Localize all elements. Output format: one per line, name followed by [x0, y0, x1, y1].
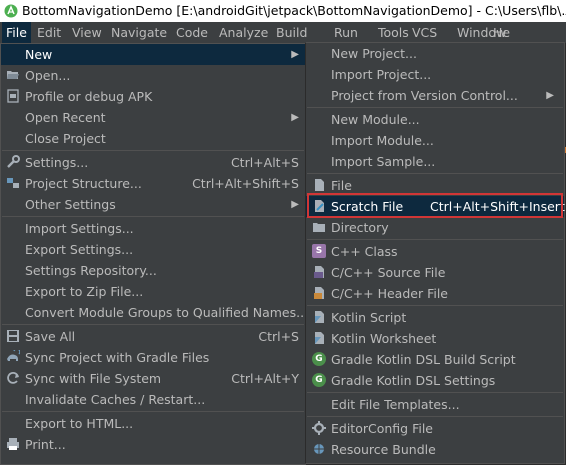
- file-menu: New ▶ Open... Profile or debug APK Open …: [0, 43, 308, 465]
- gradle-kotlin-icon: G: [312, 373, 326, 387]
- cpp-header-icon: [314, 287, 324, 299]
- file-menu-item-sync-gradle[interactable]: Sync Project with Gradle Files: [1, 347, 305, 368]
- new-menu-item-cpp-class[interactable]: S C++ Class: [306, 241, 564, 262]
- menu-analyze[interactable]: Analyze: [215, 22, 272, 43]
- menu-separator: [307, 173, 563, 174]
- file-menu-item-import-settings[interactable]: Import Settings...: [1, 218, 305, 239]
- menu-separator: [307, 416, 563, 417]
- menu-bar: File Edit View Navigate Code Analyze Bui…: [0, 22, 566, 43]
- submenu-arrow-icon: ▶: [291, 112, 299, 123]
- android-studio-icon: [4, 4, 18, 18]
- window-title: BottomNavigationDemo [E:\androidGit\jetp…: [22, 3, 566, 18]
- menu-file[interactable]: File: [2, 22, 31, 43]
- new-menu-item-gradle-kotlin-build[interactable]: G Gradle Kotlin DSL Build Script: [306, 349, 564, 370]
- new-menu-item-resource-bundle[interactable]: Resource Bundle: [306, 439, 564, 460]
- new-menu-item-directory[interactable]: Directory: [306, 217, 564, 238]
- submenu-arrow-icon: ▶: [546, 90, 554, 101]
- file-menu-item-sync-filesystem[interactable]: Sync with File System Ctrl+Alt+Y: [1, 368, 305, 389]
- kotlin-worksheet-icon: [315, 332, 324, 344]
- file-menu-item-open-recent[interactable]: Open Recent ▶: [1, 107, 305, 128]
- file-menu-item-new[interactable]: New ▶: [1, 44, 305, 65]
- file-menu-item-close-project[interactable]: Close Project: [1, 128, 305, 149]
- resource-bundle-icon: [314, 444, 324, 454]
- file-menu-item-other-settings[interactable]: Other Settings ▶: [1, 194, 305, 215]
- file-menu-item-save-all[interactable]: Save All Ctrl+S: [1, 326, 305, 347]
- file-menu-item-invalidate-caches[interactable]: Invalidate Caches / Restart...: [1, 389, 305, 410]
- file-menu-item-project-structure[interactable]: Project Structure... Ctrl+Alt+Shift+S: [1, 173, 305, 194]
- file-menu-item-settings-repository[interactable]: Settings Repository...: [1, 260, 305, 281]
- refresh-icon: [7, 372, 19, 384]
- menu-separator: [2, 150, 304, 151]
- new-menu-item-import-module[interactable]: Import Module...: [306, 130, 564, 151]
- menu-tools[interactable]: VCS: [408, 22, 441, 43]
- new-menu-item-cpp-header[interactable]: C/C++ Header File: [306, 283, 564, 304]
- new-submenu: New Project... Import Project... Project…: [305, 42, 565, 464]
- menu-window[interactable]: He: [489, 22, 514, 43]
- title-bar: BottomNavigationDemo [E:\androidGit\jetp…: [0, 0, 566, 22]
- apk-icon: [7, 89, 19, 103]
- new-menu-item-project-from-vcs[interactable]: Project from Version Control... ▶: [306, 85, 564, 106]
- file-menu-item-convert-module-groups[interactable]: Convert Module Groups to Qualified Names…: [1, 302, 308, 323]
- new-menu-item-edit-file-templates[interactable]: Edit File Templates...: [306, 394, 564, 415]
- editorconfig-icon: [312, 421, 326, 435]
- menu-separator: [307, 392, 563, 393]
- menu-separator: [307, 107, 563, 108]
- new-menu-item-new-module[interactable]: New Module...: [306, 109, 564, 130]
- file-menu-item-export-settings[interactable]: Export Settings...: [1, 239, 305, 260]
- new-menu-item-editorconfig[interactable]: EditorConfig File: [306, 418, 564, 439]
- print-icon: [7, 438, 19, 450]
- menu-refactor[interactable]: Build: [272, 22, 311, 43]
- kotlin-script-icon: [315, 311, 324, 323]
- menu-separator: [2, 324, 304, 325]
- menu-separator: [2, 216, 304, 217]
- new-menu-item-kotlin-script[interactable]: Kotlin Script: [306, 307, 564, 328]
- project-structure-icon: [7, 178, 19, 188]
- file-menu-item-profile-apk[interactable]: Profile or debug APK: [1, 86, 305, 107]
- menu-separator: [2, 411, 304, 412]
- new-menu-item-gradle-kotlin-settings[interactable]: G Gradle Kotlin DSL Settings: [306, 370, 564, 391]
- new-menu-item-new-project[interactable]: New Project...: [306, 43, 564, 64]
- menu-run[interactable]: Tools: [374, 22, 413, 43]
- submenu-arrow-icon: ▶: [291, 199, 299, 210]
- cpp-class-icon: S: [312, 244, 326, 258]
- file-menu-item-settings[interactable]: Settings... Ctrl+Alt+S: [1, 152, 305, 173]
- file-menu-item-open[interactable]: Open...: [1, 65, 305, 86]
- gradle-kotlin-icon: G: [312, 352, 326, 366]
- menu-separator: [307, 305, 563, 306]
- new-menu-item-kotlin-worksheet[interactable]: Kotlin Worksheet: [306, 328, 564, 349]
- gradle-sync-icon: [7, 350, 20, 361]
- new-menu-item-import-project[interactable]: Import Project...: [306, 64, 564, 85]
- menu-separator: [307, 239, 563, 240]
- file-menu-item-export-html[interactable]: Export to HTML...: [1, 413, 305, 434]
- menu-code[interactable]: Code: [172, 22, 212, 43]
- folder-open-icon: [7, 71, 19, 79]
- new-menu-item-cpp-source[interactable]: C/C++ Source File: [306, 262, 564, 283]
- wrench-icon: [7, 155, 20, 168]
- submenu-arrow-icon: ▶: [291, 49, 299, 60]
- file-menu-item-export-zip[interactable]: Export to Zip File...: [1, 281, 305, 302]
- directory-icon: [313, 223, 325, 232]
- annotation-highlight-box: [307, 193, 563, 218]
- new-menu-item-import-sample[interactable]: Import Sample...: [306, 151, 564, 172]
- menu-view[interactable]: View: [68, 22, 106, 43]
- menu-edit[interactable]: Edit: [33, 22, 65, 43]
- cpp-source-icon: [314, 266, 324, 278]
- menu-build[interactable]: Run: [330, 22, 362, 43]
- menu-navigate[interactable]: Navigate: [107, 22, 171, 43]
- save-icon: [7, 330, 19, 342]
- file-icon: [315, 179, 324, 191]
- file-menu-item-print[interactable]: Print...: [1, 434, 305, 455]
